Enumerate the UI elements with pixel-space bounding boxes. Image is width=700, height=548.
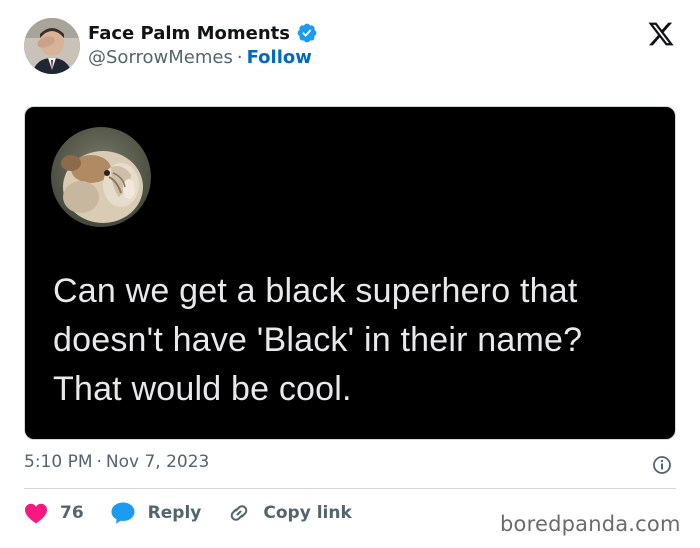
verified-badge-icon [296, 22, 318, 44]
author-avatar-image [24, 18, 80, 74]
author-handle-row: @SorrowMemes · Follow [88, 47, 312, 68]
author-handle[interactable]: @SorrowMemes [88, 47, 233, 68]
boredpanda-watermark: boredpanda.com [500, 512, 681, 536]
reply-button[interactable]: Reply [110, 501, 202, 525]
media-post-text-line: doesn't have 'Black' in their name? [53, 321, 583, 359]
author-avatar[interactable] [24, 18, 80, 74]
follow-link[interactable]: Follow [247, 47, 312, 68]
reply-bubble-icon [111, 502, 135, 524]
x-logo-icon[interactable] [647, 20, 675, 48]
tweet-time: 5:10 PM [24, 452, 93, 472]
info-icon[interactable] [652, 455, 672, 475]
reply-label: Reply [147, 503, 202, 523]
timestamp-separator: · [96, 452, 102, 472]
tweet-timestamp[interactable]: 5:10 PM · Nov 7, 2023 [24, 452, 209, 472]
like-button[interactable]: 76 [24, 502, 84, 524]
media-post-text: Can we get a black superhero that doesn'… [53, 267, 663, 414]
bulldog-photo-image [51, 127, 151, 227]
author-display-name[interactable]: Face Palm Moments [88, 23, 290, 44]
media-post-text-line: That would be cool. [53, 370, 352, 408]
media-profile-photo [51, 127, 151, 227]
media-post-text-line: Can we get a black superhero that [53, 272, 578, 310]
copy-link-label: Copy link [263, 503, 352, 523]
heart-icon [25, 503, 47, 524]
tweet-date: Nov 7, 2023 [105, 452, 210, 472]
like-count: 76 [60, 503, 84, 523]
link-icon [231, 505, 248, 521]
tweet-embed-card: Face Palm Moments @SorrowMemes·Follow [0, 0, 700, 548]
handle-separator: · [236, 47, 243, 68]
tweet-media-image[interactable]: Can we get a black superhero that doesn'… [24, 106, 676, 440]
author-name-row: Face Palm Moments [88, 22, 318, 44]
tweet-actions-bar: 76 Reply Copy link [24, 500, 378, 526]
actions-divider [24, 488, 676, 489]
copy-link-button[interactable]: Copy link [227, 501, 352, 525]
